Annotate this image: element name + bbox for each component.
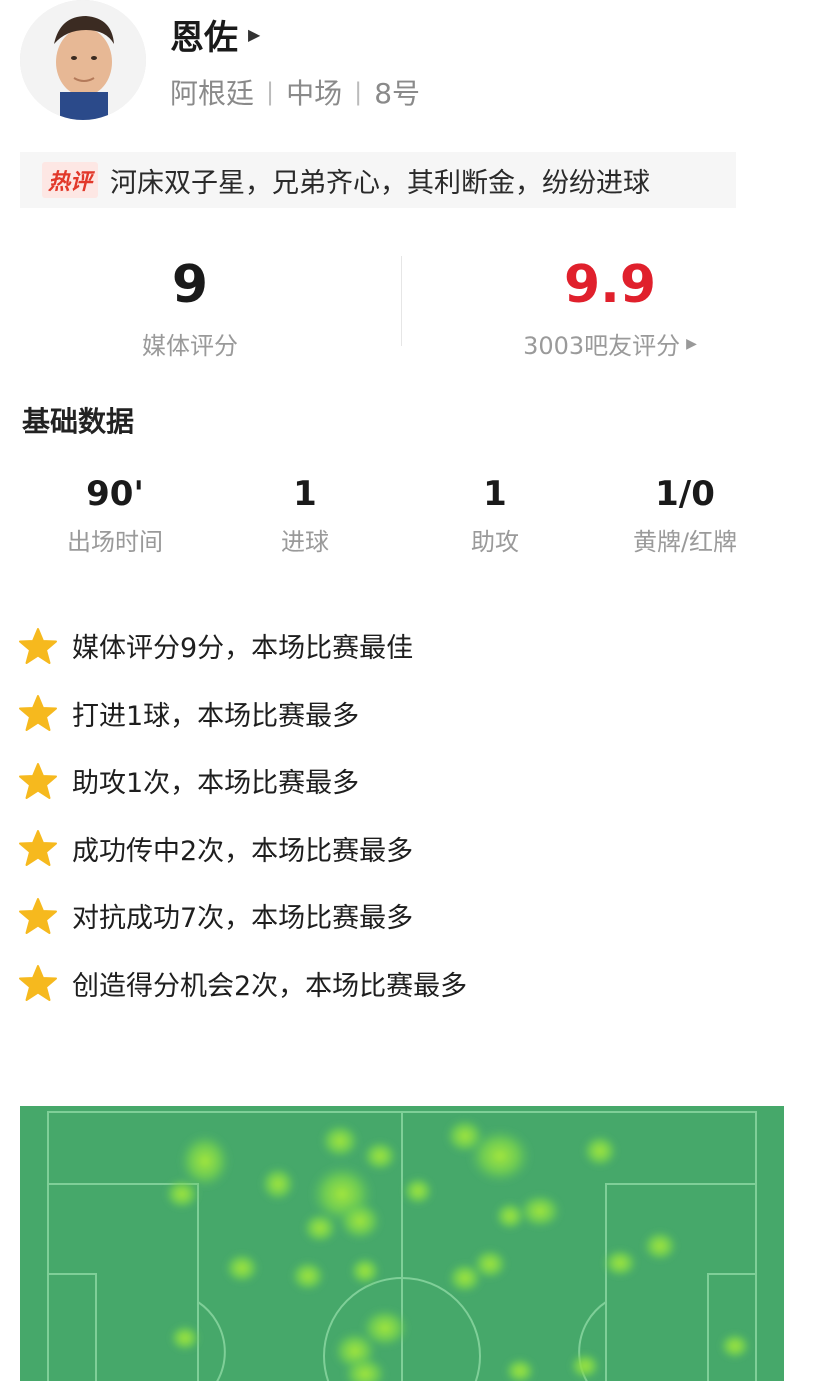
highlight-text: 打进1球，本场比赛最多 — [72, 700, 360, 732]
fan-rating-value: 9.9 — [563, 255, 657, 315]
stat-value: 1 — [293, 474, 317, 514]
media-rating-label-row: 媒体评分 — [0, 326, 380, 361]
media-rating: 9 媒体评分 — [0, 250, 380, 361]
highlight-text: 媒体评分9分，本场比赛最佳 — [72, 633, 414, 665]
stat-label: 进球 — [281, 528, 329, 556]
heat-spots — [164, 1118, 751, 1381]
player-meta: 阿根廷 | 中场 | 8号 — [170, 72, 420, 112]
highlight-item: 创造得分机会2次，本场比赛最多 — [18, 950, 467, 1018]
basic-stats: 90' 出场时间 1 进球 1 助攻 1/0 黄牌/红牌 — [20, 470, 800, 557]
hot-comment[interactable]: 热评 河床双子星，兄弟齐心，其利断金，纷纷进球 — [20, 152, 736, 208]
fan-rating-label: 3003吧友评分 — [523, 332, 681, 360]
star-icon — [19, 897, 57, 934]
fan-rating-label-row[interactable]: 3003吧友评分 ▶ — [420, 326, 800, 361]
rating-divider — [401, 256, 402, 346]
stat-label: 黄牌/红牌 — [632, 528, 738, 556]
heatmap-pitch — [20, 1106, 784, 1381]
play-triangle-icon: ▶ — [248, 25, 261, 44]
media-rating-label: 媒体评分 — [142, 332, 238, 360]
highlight-text: 对抗成功7次，本场比赛最多 — [72, 903, 414, 935]
highlight-item: 媒体评分9分，本场比赛最佳 — [18, 612, 467, 680]
stat-value: 1/0 — [655, 474, 715, 514]
fan-rating[interactable]: 9.9 3003吧友评分 ▶ — [420, 250, 800, 361]
star-icon — [19, 695, 57, 732]
stat-value: 90' — [86, 474, 144, 514]
player-name: 恩佐 — [170, 18, 238, 58]
stat-cards: 1/0 黄牌/红牌 — [590, 470, 780, 557]
media-rating-value: 9 — [171, 255, 209, 315]
player-nationality: 阿根廷 — [170, 77, 255, 110]
basic-stats-title: 基础数据 — [22, 405, 135, 438]
stat-label: 出场时间 — [67, 528, 163, 556]
player-position: 中场 — [286, 77, 343, 110]
stat-assists: 1 助攻 — [400, 470, 590, 557]
highlight-text: 创造得分机会2次，本场比赛最多 — [72, 970, 468, 1002]
highlight-item: 助攻1次，本场比赛最多 — [18, 747, 467, 815]
highlight-item: 对抗成功7次，本场比赛最多 — [18, 882, 467, 950]
star-icon — [19, 627, 57, 664]
stat-value: 1 — [483, 474, 507, 514]
stat-goals: 1 进球 — [210, 470, 400, 557]
separator: | — [266, 78, 275, 106]
player-name-row[interactable]: 恩佐 ▶ — [170, 10, 260, 59]
star-icon — [19, 965, 57, 1002]
player-number: 8号 — [374, 77, 421, 110]
highlight-item: 成功传中2次，本场比赛最多 — [18, 815, 467, 883]
highlight-item: 打进1球，本场比赛最多 — [18, 680, 467, 748]
player-photo — [20, 0, 146, 120]
highlight-text: 助攻1次，本场比赛最多 — [72, 768, 360, 800]
pitch-lines — [47, 1111, 757, 1381]
play-triangle-icon: ▶ — [686, 335, 697, 352]
highlight-text: 成功传中2次，本场比赛最多 — [72, 835, 414, 867]
hot-comment-tag: 热评 — [42, 162, 99, 198]
star-icon — [19, 762, 57, 799]
stat-minutes: 90' 出场时间 — [20, 470, 210, 557]
star-icon — [19, 830, 57, 867]
player-avatar[interactable] — [20, 0, 146, 120]
highlight-list: 媒体评分9分，本场比赛最佳 打进1球，本场比赛最多 助攻1次，本场比赛最多 成功… — [18, 612, 467, 1017]
hot-comment-text: 河床双子星，兄弟齐心，其利断金，纷纷进球 — [110, 167, 651, 199]
stat-label: 助攻 — [471, 528, 519, 556]
separator: | — [354, 78, 363, 106]
